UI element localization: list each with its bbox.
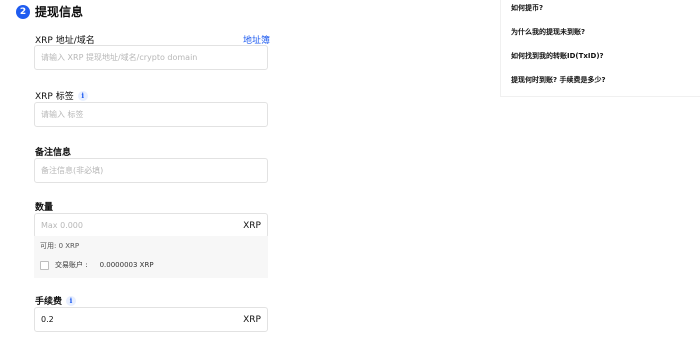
faq-panel: 如何提币? 为什么我的提现未到账? 如何找到我的转账ID(TxID)? 提现何时… bbox=[500, 0, 700, 97]
fee-label-text: 手续费 bbox=[35, 297, 63, 307]
faq-item[interactable]: 如何找到我的转账ID(TxID)? bbox=[511, 51, 604, 61]
trading-account-label: 交易账户 : bbox=[55, 261, 88, 269]
fee-input[interactable] bbox=[41, 315, 240, 324]
amount-label: 数量 bbox=[35, 200, 53, 213]
trading-account-row: 交易账户 : 0.0000003 XRP bbox=[40, 260, 154, 270]
trading-account-checkbox[interactable] bbox=[40, 260, 49, 270]
faq-item[interactable]: 为什么我的提现未到账? bbox=[511, 27, 585, 37]
memo-input-box bbox=[34, 158, 268, 183]
section-header: 2 提现信息 bbox=[16, 3, 83, 20]
amount-input-box: XRP bbox=[34, 213, 268, 238]
memo-label-text: 备注信息 bbox=[35, 148, 72, 158]
info-icon[interactable]: i bbox=[66, 295, 77, 306]
info-icon[interactable]: i bbox=[77, 90, 88, 101]
step-badge: 2 bbox=[16, 4, 30, 19]
address-input-box bbox=[34, 45, 268, 70]
faq-item[interactable]: 提现何时到账? 手续费是多少? bbox=[511, 75, 606, 85]
address-input[interactable] bbox=[41, 53, 261, 62]
fee-unit: XRP bbox=[243, 314, 261, 325]
faq-item[interactable]: 如何提币? bbox=[511, 3, 543, 13]
tag-label: XRP 标签 i bbox=[35, 89, 88, 102]
fee-label: 手续费 i bbox=[35, 294, 77, 307]
amount-input[interactable] bbox=[41, 221, 240, 230]
tag-input[interactable] bbox=[41, 110, 261, 119]
trading-account-value: 0.0000003 XRP bbox=[99, 261, 154, 269]
memo-input[interactable] bbox=[41, 166, 261, 175]
amount-unit: XRP bbox=[243, 220, 261, 231]
fee-input-box: XRP bbox=[34, 307, 268, 332]
tag-label-text: XRP 标签 bbox=[35, 92, 74, 102]
memo-label: 备注信息 bbox=[35, 145, 71, 158]
amount-balance-panel: 可用: 0 XRP 交易账户 : 0.0000003 XRP bbox=[34, 236, 268, 278]
tag-input-box bbox=[34, 102, 268, 127]
section-title: 提现信息 bbox=[35, 5, 84, 19]
amount-label-text: 数量 bbox=[35, 203, 54, 213]
available-balance: 可用: 0 XRP bbox=[40, 242, 80, 250]
